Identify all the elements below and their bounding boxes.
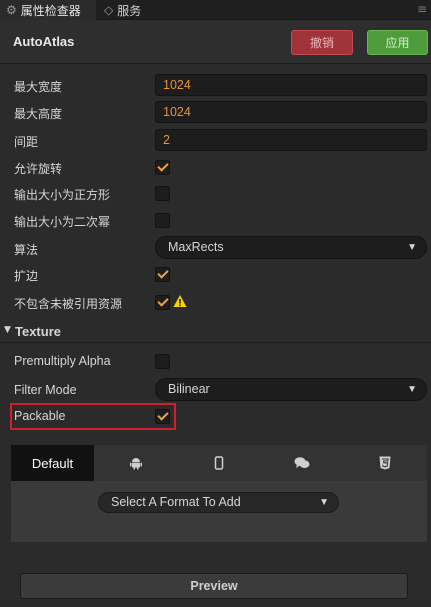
collapse-triangle-icon: ▼ [4, 325, 11, 335]
max-width-row: 最大宽度 1024 [0, 73, 431, 99]
padding-input[interactable]: 2 [155, 129, 427, 151]
premultiply-alpha-label: Premultiply Alpha [14, 354, 111, 368]
gear-icon: ⚙ [6, 3, 17, 17]
extrude-checkbox[interactable] [155, 267, 170, 282]
texture-section-title: Texture [15, 324, 61, 339]
force-squared-label: 输出大小为正方形 [14, 188, 111, 202]
premultiply-alpha-checkbox[interactable] [155, 354, 170, 369]
power-of-two-row: 输出大小为二次幂 [0, 208, 431, 234]
panel-tab-bar: ⚙ 属性检查器 ◇ 服务 ≡ [0, 0, 431, 20]
menu-icon[interactable]: ≡ [417, 2, 427, 16]
exclude-unused-checkbox[interactable] [155, 295, 170, 310]
power-of-two-label: 输出大小为二次幂 [14, 215, 111, 229]
packable-highlight-box [10, 403, 176, 430]
format-select[interactable]: Select A Format To Add ▼ [98, 492, 339, 513]
max-height-input[interactable]: 1024 [155, 101, 427, 123]
texture-section-header[interactable]: ▼ Texture [0, 321, 431, 343]
revert-button[interactable]: 撤销 [291, 30, 353, 55]
algorithm-value: MaxRects [168, 240, 224, 254]
format-select-placeholder: Select A Format To Add [111, 495, 241, 509]
filter-mode-label: Filter Mode [14, 383, 77, 397]
tab-default[interactable]: Default [11, 445, 94, 481]
algorithm-label: 算法 [14, 243, 39, 257]
asset-name: AutoAtlas [13, 34, 75, 49]
exclude-unused-label: 不包含未被引用资源 [14, 297, 123, 311]
chat-icon [294, 457, 309, 468]
max-height-row: 最大高度 1024 [0, 100, 431, 126]
tab-services-label: 服务 [117, 3, 142, 18]
preview-button[interactable]: Preview [20, 573, 408, 599]
tab-inspector[interactable]: ⚙ 属性检查器 [0, 0, 96, 20]
tab-html5[interactable] [343, 445, 427, 481]
padding-row: 间距 2 [0, 128, 431, 154]
filter-mode-row: Filter Mode Bilinear ▼ [0, 378, 431, 404]
allow-rotation-label: 允许旋转 [14, 162, 63, 176]
tab-inspector-label: 属性检查器 [20, 3, 81, 18]
inspector-header: AutoAtlas 撤销 应用 [0, 20, 431, 64]
android-icon [129, 458, 142, 470]
filter-mode-value: Bilinear [168, 382, 210, 396]
dropdown-arrow-icon: ▼ [407, 384, 417, 395]
html5-icon [379, 456, 391, 470]
max-width-label: 最大宽度 [14, 80, 63, 94]
platform-settings-panel: Default Select A Format To Add ▼ [11, 445, 427, 542]
warning-icon [173, 295, 187, 307]
phone-icon [214, 456, 223, 470]
extrude-row: 扩边 [0, 262, 431, 288]
force-squared-checkbox[interactable] [155, 186, 170, 201]
tab-chat[interactable] [260, 445, 343, 481]
max-width-input[interactable]: 1024 [155, 74, 427, 96]
allow-rotation-row: 允许旋转 [0, 155, 431, 181]
services-icon: ◇ [104, 3, 114, 17]
padding-label: 间距 [14, 135, 39, 149]
tab-phone[interactable] [177, 445, 260, 481]
exclude-unused-row: 不包含未被引用资源 [0, 290, 431, 316]
dropdown-arrow-icon: ▼ [319, 497, 329, 508]
dropdown-arrow-icon: ▼ [407, 242, 417, 253]
power-of-two-checkbox[interactable] [155, 213, 170, 228]
force-squared-row: 输出大小为正方形 [0, 181, 431, 207]
extrude-label: 扩边 [14, 269, 39, 283]
filter-mode-select[interactable]: Bilinear ▼ [155, 378, 427, 401]
max-height-label: 最大高度 [14, 107, 63, 121]
allow-rotation-checkbox[interactable] [155, 160, 170, 175]
tab-services[interactable]: ◇ 服务 [104, 0, 141, 20]
tab-android[interactable] [94, 445, 177, 481]
algorithm-select[interactable]: MaxRects ▼ [155, 236, 427, 259]
platform-tabs: Default [11, 445, 427, 481]
apply-button[interactable]: 应用 [367, 30, 428, 55]
algorithm-row: 算法 MaxRects ▼ [0, 236, 431, 262]
premultiply-alpha-row: Premultiply Alpha [0, 349, 431, 375]
